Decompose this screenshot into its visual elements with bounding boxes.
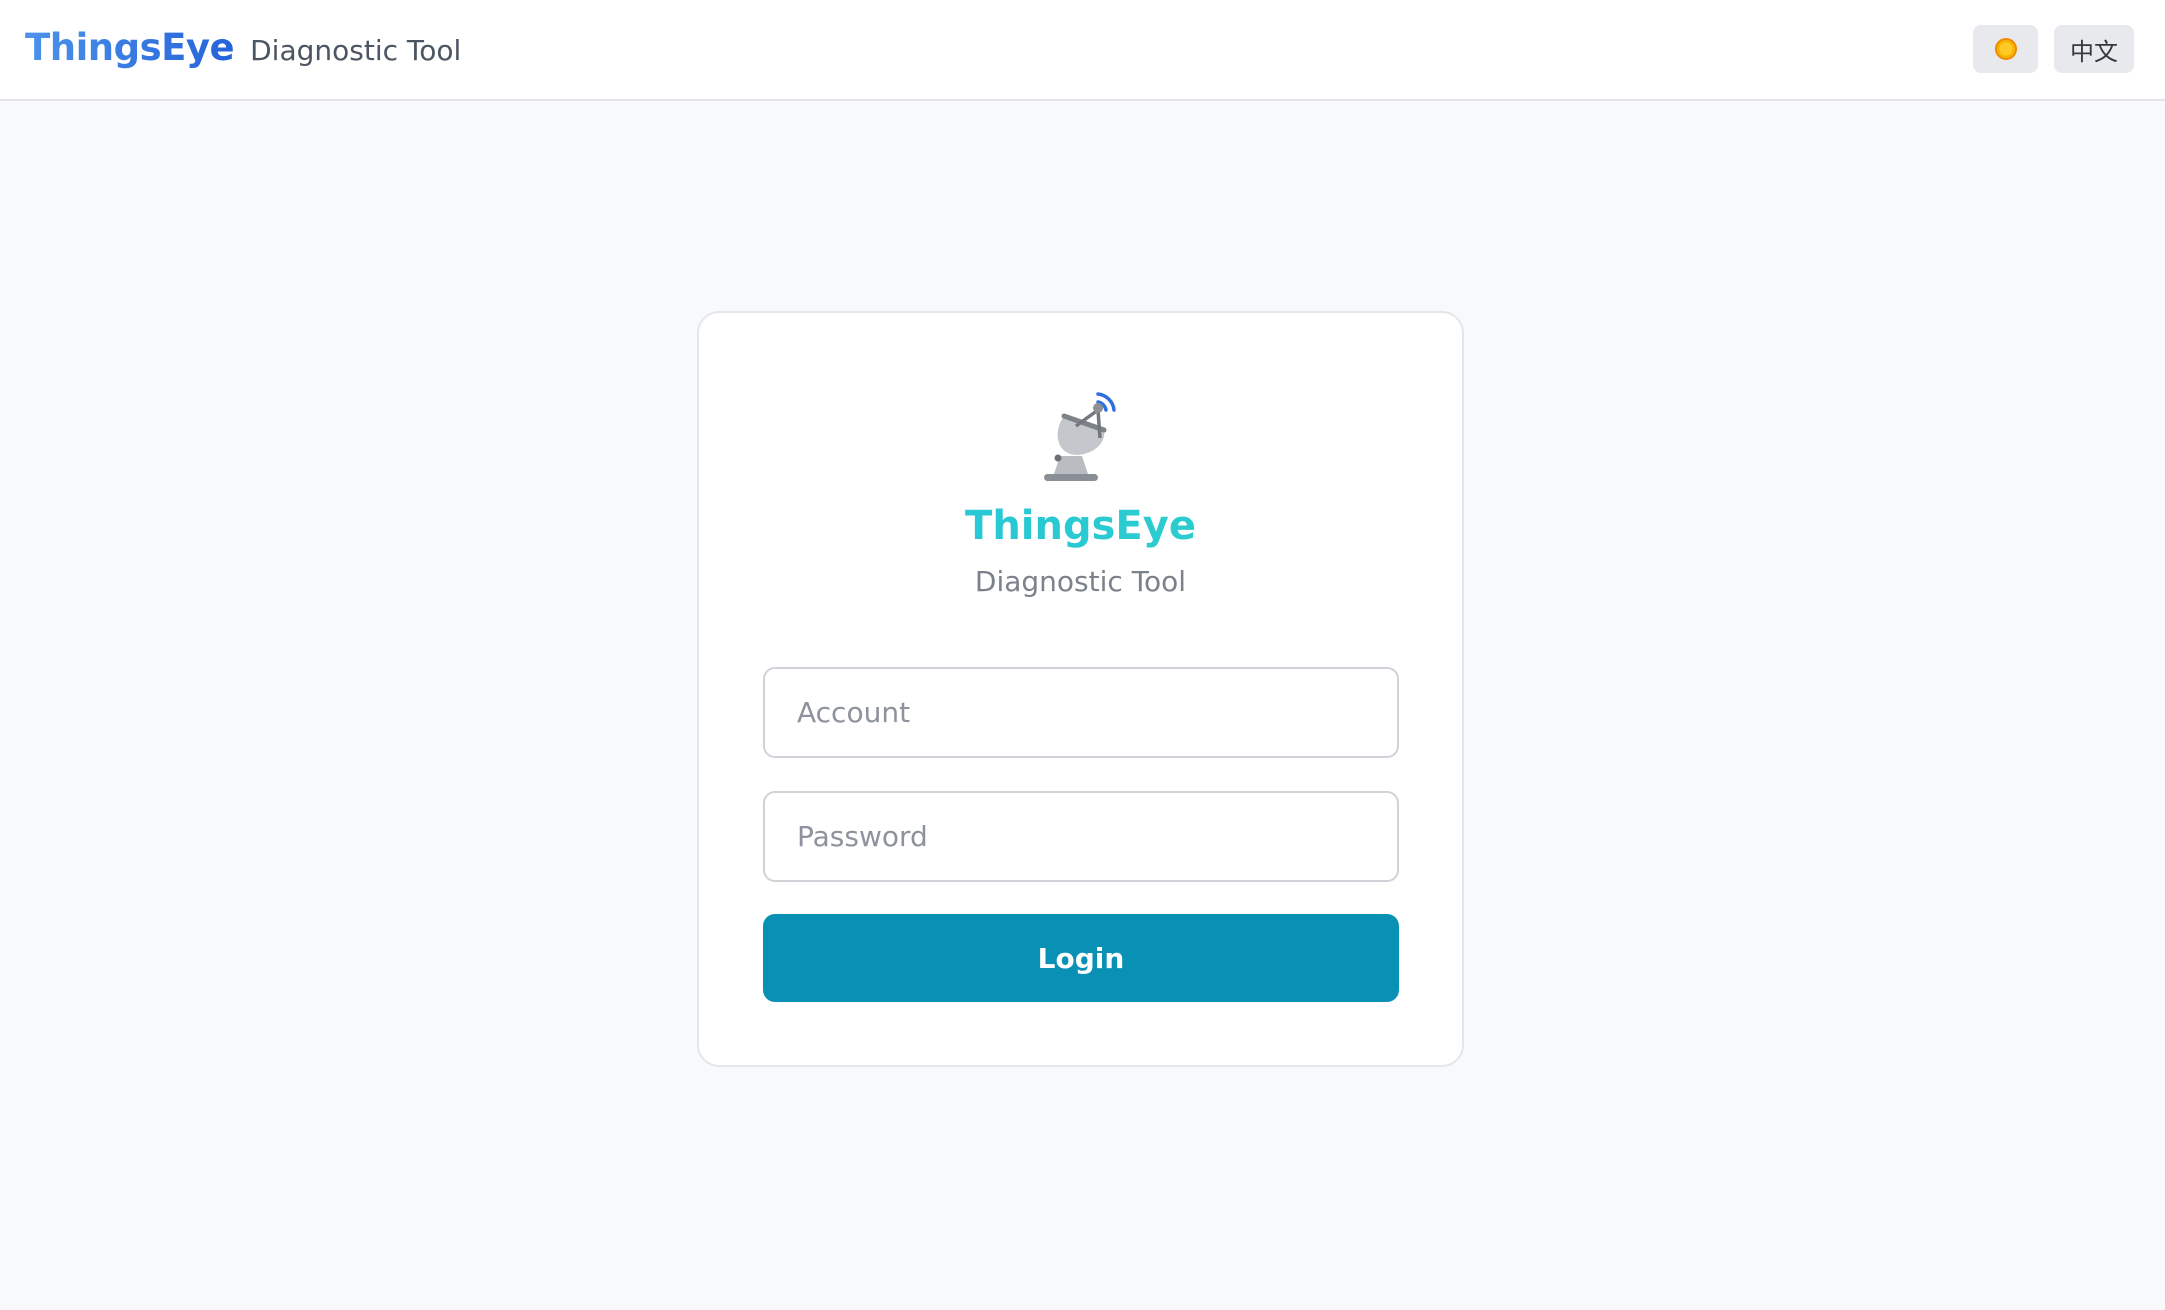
- sun-icon: [1994, 38, 2017, 60]
- theme-toggle-button[interactable]: [1973, 25, 2038, 73]
- card-title: ThingsEye: [699, 503, 1462, 549]
- brand-subtitle: Diagnostic Tool: [250, 34, 462, 67]
- login-card: ThingsEye Diagnostic Tool Login: [697, 311, 1464, 1067]
- account-input[interactable]: [763, 667, 1399, 758]
- brand[interactable]: ThingsEye Diagnostic Tool: [25, 26, 461, 69]
- password-input[interactable]: [763, 791, 1399, 882]
- card-subtitle: Diagnostic Tool: [974, 565, 1187, 598]
- language-toggle-button[interactable]: 中文: [2054, 25, 2134, 73]
- top-header: ThingsEye Diagnostic Tool 中文: [0, 0, 2165, 101]
- login-button[interactable]: Login: [763, 914, 1399, 1002]
- satellite-dish-icon: [1044, 392, 1116, 481]
- brand-name: ThingsEye: [25, 26, 235, 69]
